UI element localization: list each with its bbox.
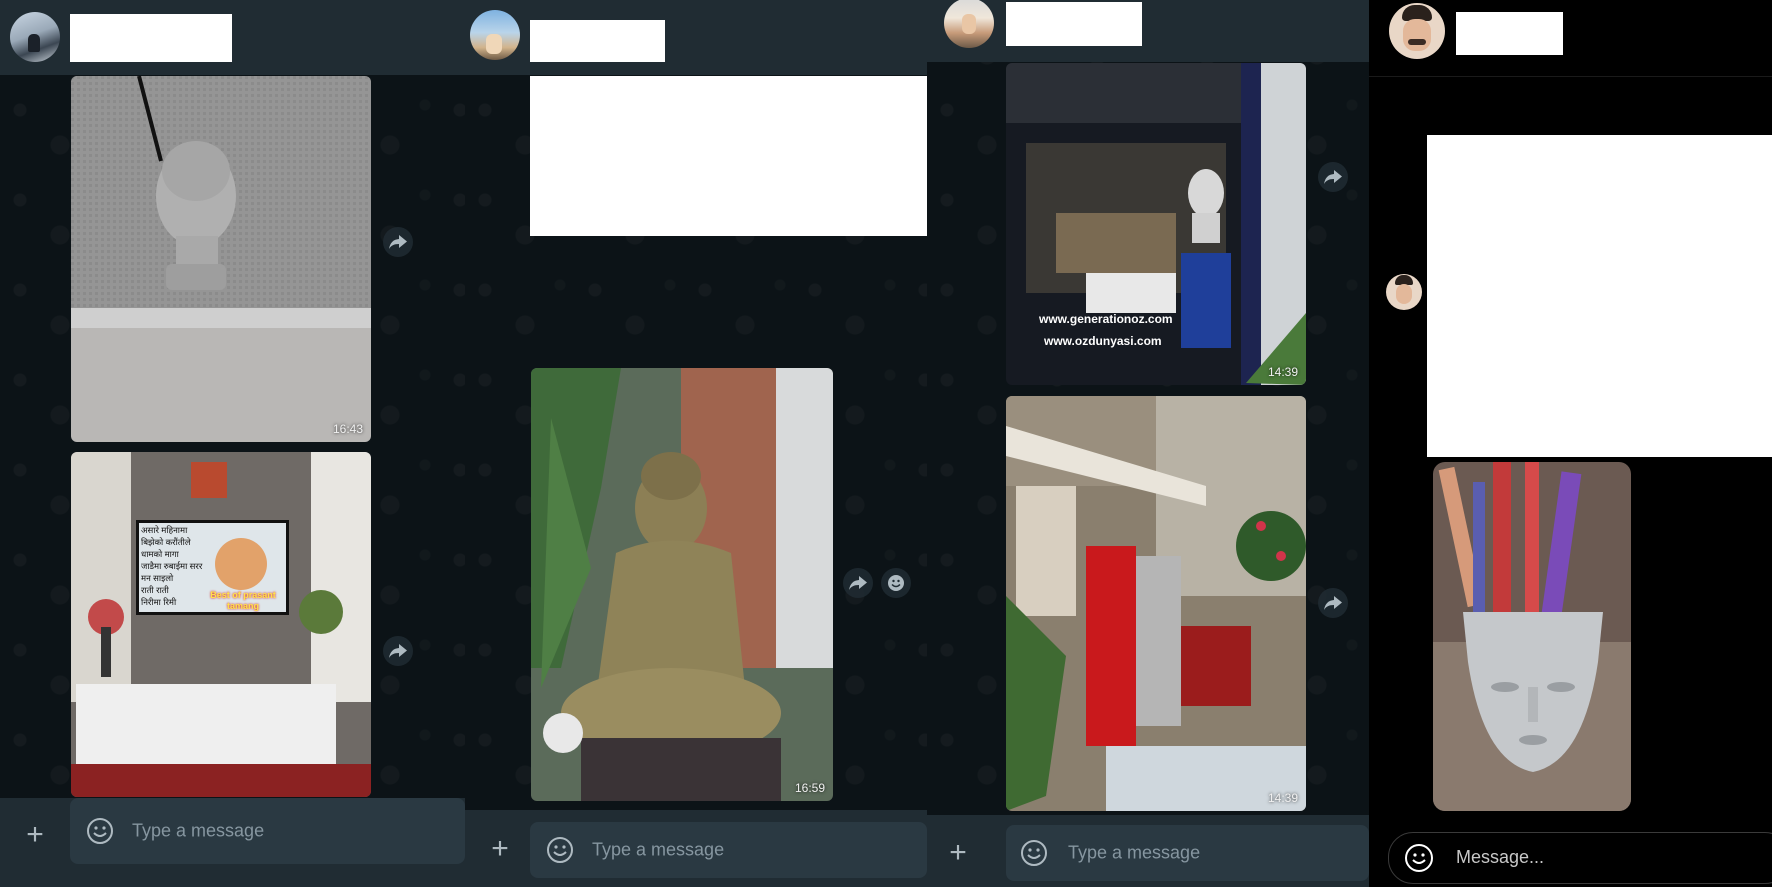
chat-header[interactable] — [1369, 0, 1772, 77]
redacted-message — [1427, 135, 1772, 457]
message-timestamp: 16:59 — [794, 781, 825, 795]
contact-avatar[interactable] — [10, 12, 60, 62]
seated-buddha-photo — [531, 368, 833, 801]
message-placeholder: Message... — [1456, 847, 1545, 867]
message-input[interactable]: Type a message — [1006, 825, 1369, 881]
tv-text-line: असारे महिनामा — [141, 525, 188, 535]
chat-panel-4: Message... — [1369, 0, 1772, 887]
forward-arrow-icon — [389, 235, 407, 249]
tv-text-line: धामको मागा — [141, 549, 179, 559]
message-timestamp: 14:39 — [1267, 365, 1298, 379]
tv-room-photo — [71, 452, 371, 797]
tv-text-line: जाडैमा रुबाईमा सरर — [141, 561, 203, 571]
smiley-react-icon — [888, 575, 904, 591]
message-placeholder: Type a message — [592, 839, 725, 860]
forward-arrow-icon — [389, 644, 407, 658]
photo-message-tv-room[interactable]: असारे महिनामा बिझेको करौंतीले धामको मागा… — [71, 452, 371, 797]
tv-text-line: मन साइलो — [141, 573, 174, 583]
chat-header[interactable] — [0, 0, 465, 75]
photo-message-pen-holder[interactable] — [1433, 462, 1631, 811]
chat-panel-2: 16:59 + Type a message — [465, 0, 927, 887]
photo-message-shop-window[interactable]: www.generationoz.com www.ozdunyasi.com 1… — [1006, 63, 1306, 385]
buddha-head-photo — [71, 76, 371, 442]
message-input[interactable]: Type a message — [70, 798, 465, 864]
plus-icon[interactable]: + — [20, 820, 50, 850]
forward-button[interactable] — [383, 636, 413, 666]
message-composer: + Type a message — [927, 815, 1369, 887]
contact-avatar[interactable] — [470, 10, 520, 60]
message-composer: + Type a message — [0, 798, 465, 887]
sender-avatar[interactable] — [1386, 274, 1422, 310]
forward-arrow-icon — [1324, 596, 1342, 610]
contact-avatar[interactable] — [944, 0, 994, 48]
message-input[interactable]: Message... — [1388, 832, 1772, 884]
emoji-icon[interactable] — [1404, 843, 1434, 873]
plus-icon[interactable]: + — [485, 834, 515, 864]
photo-message-buddha-head[interactable]: 16:43 — [71, 76, 371, 442]
photo-message-seated-buddha[interactable]: 16:59 — [531, 368, 833, 801]
forward-button[interactable] — [1318, 588, 1348, 618]
chat-panel-3: www.generationoz.com www.ozdunyasi.com 1… — [927, 0, 1369, 887]
forward-arrow-icon — [1324, 170, 1342, 184]
forward-button[interactable] — [1318, 162, 1348, 192]
redacted-contact-name — [70, 14, 232, 62]
forward-arrow-icon — [849, 576, 867, 590]
redacted-message — [530, 76, 927, 236]
forward-button[interactable] — [383, 227, 413, 257]
message-composer: + Type a message — [465, 810, 927, 887]
tv-caption: Best of prasant tamang — [210, 590, 276, 611]
photo-caption-url: www.ozdunyasi.com — [1044, 334, 1162, 348]
emoji-icon[interactable] — [1020, 839, 1048, 867]
redacted-contact-name — [1006, 2, 1142, 46]
street-shop-photo — [1006, 396, 1306, 811]
react-button[interactable] — [881, 568, 911, 598]
message-input[interactable]: Type a message — [530, 822, 927, 878]
redacted-contact-name — [1456, 12, 1563, 55]
message-placeholder: Type a message — [132, 820, 265, 841]
chat-header[interactable] — [465, 0, 927, 75]
message-timestamp: 14:39 — [1267, 791, 1298, 805]
chat-header[interactable] — [927, 0, 1369, 62]
plus-icon[interactable]: + — [943, 838, 973, 868]
contact-avatar[interactable] — [1389, 3, 1445, 59]
chat-panel-1: 16:43 असारे महिनामा बिझेको करौंतीले धामक… — [0, 0, 465, 887]
tv-text-line: बिझेको करौंतीले — [141, 537, 191, 547]
message-timestamp: 16:43 — [332, 422, 363, 436]
emoji-icon[interactable] — [546, 836, 574, 864]
emoji-icon[interactable] — [86, 817, 114, 845]
photo-message-street-shop[interactable]: 14:39 — [1006, 396, 1306, 811]
photo-caption-url: www.generationoz.com — [1039, 312, 1173, 326]
forward-button[interactable] — [843, 568, 873, 598]
redacted-contact-name — [530, 20, 665, 62]
pen-holder-photo — [1433, 462, 1631, 811]
message-placeholder: Type a message — [1068, 842, 1201, 863]
